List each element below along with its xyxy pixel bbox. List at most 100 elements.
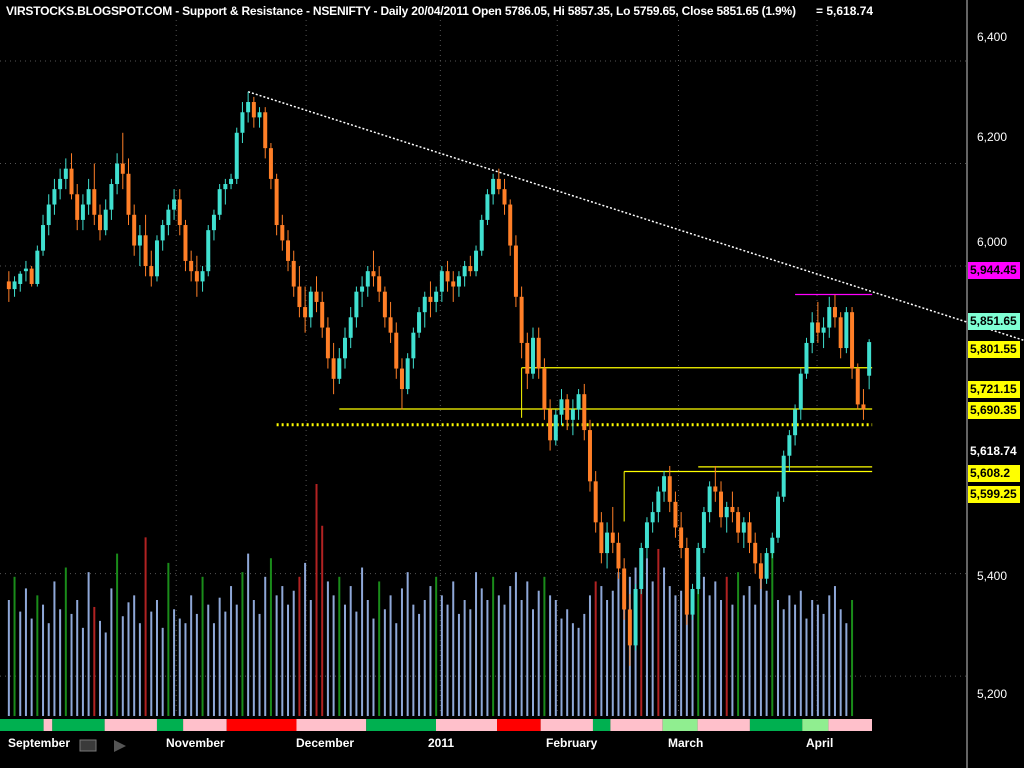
candle-body [46,204,51,226]
candle-body [405,358,410,390]
candle [394,322,399,379]
volume-bar [24,588,27,716]
volume-bar [845,623,848,716]
volume-bar [275,595,278,716]
candle [525,332,530,390]
signal-strip-segment [497,719,541,731]
volume-bar [218,597,221,716]
volume-bar [668,586,671,716]
volume-bar [617,572,620,716]
candle [69,153,74,200]
candle-body [525,342,530,374]
candle-body [855,368,860,405]
candle-body [587,430,592,482]
candle [411,327,416,369]
candle-body [502,189,507,205]
candle [684,537,689,625]
candle-body [496,178,501,190]
volume-bar [144,537,147,716]
volume-bar [161,627,164,716]
volume-bar [799,590,802,716]
candle-body [633,588,638,646]
candle [513,235,518,308]
volume-bar [560,618,563,716]
volume-bar [833,586,836,716]
volume-bar [708,595,711,716]
candle [622,558,627,620]
candle [770,532,775,559]
candle-body [570,409,575,420]
candle-body [126,173,131,215]
volume-bar [64,567,67,716]
candle [679,512,684,559]
volume-bar [264,576,267,716]
volume-bar [47,623,50,716]
signal-strip-segment [0,719,44,731]
candle [6,271,11,302]
candle-body [519,296,524,343]
volume-bar [150,611,153,716]
candle [798,368,803,420]
candle-body [707,486,712,513]
candle [399,358,404,410]
candle-body [308,291,313,318]
candle [46,194,51,236]
signal-strip-segment [183,719,227,731]
volume-bar [315,484,318,716]
candle-body [741,522,746,533]
y-tick-label: 6,400 [977,30,1008,44]
candle [536,327,541,379]
volume-bar [406,572,409,716]
support-tag: 5,608.2 [968,465,1020,482]
candle-body [240,112,245,133]
candle [274,173,279,236]
candle [103,199,108,236]
candle [861,389,866,420]
volume-bar [851,600,854,716]
candle [508,199,513,256]
volume-bar [429,586,432,716]
candle-body [63,168,68,179]
y-tick-label: 6,000 [977,235,1008,249]
candle [405,353,410,395]
candle-body [12,281,17,290]
volume-bar [663,567,666,716]
candle-body [456,276,461,287]
volume-bar [822,613,825,716]
volume-bar [771,548,774,716]
volume-bar [372,618,375,716]
candle-body [23,268,28,272]
candle [23,260,28,282]
candle-body [98,214,103,231]
volume-bar [167,562,170,716]
candle [360,276,365,308]
candle-body [417,312,422,333]
scroll-right-arrow-icon[interactable] [114,740,126,752]
candle-body [314,291,319,302]
candle-body [439,271,444,292]
candle [348,307,353,349]
candle [189,250,194,282]
candle [428,281,433,318]
candle [177,189,182,236]
candle [559,389,564,425]
volume-bar [606,600,609,716]
volume-bar [104,632,107,716]
candle-body [422,296,427,313]
candle-body [428,296,433,302]
candle-body [667,476,672,502]
volume-bar [600,586,603,716]
candle [183,219,188,272]
volume-bar [532,609,535,716]
crosshair-value-readout: = 5,618.74 [816,4,874,18]
candle [280,214,285,251]
signal-strip-segment [828,719,872,731]
candle [211,209,216,241]
scroll-left-button[interactable] [79,739,97,752]
volume-bar [99,620,102,716]
scroll-controls[interactable] [79,739,126,752]
candle-body [143,235,148,267]
candle-body [268,148,273,179]
candle [439,266,444,302]
candle-body [610,532,615,543]
